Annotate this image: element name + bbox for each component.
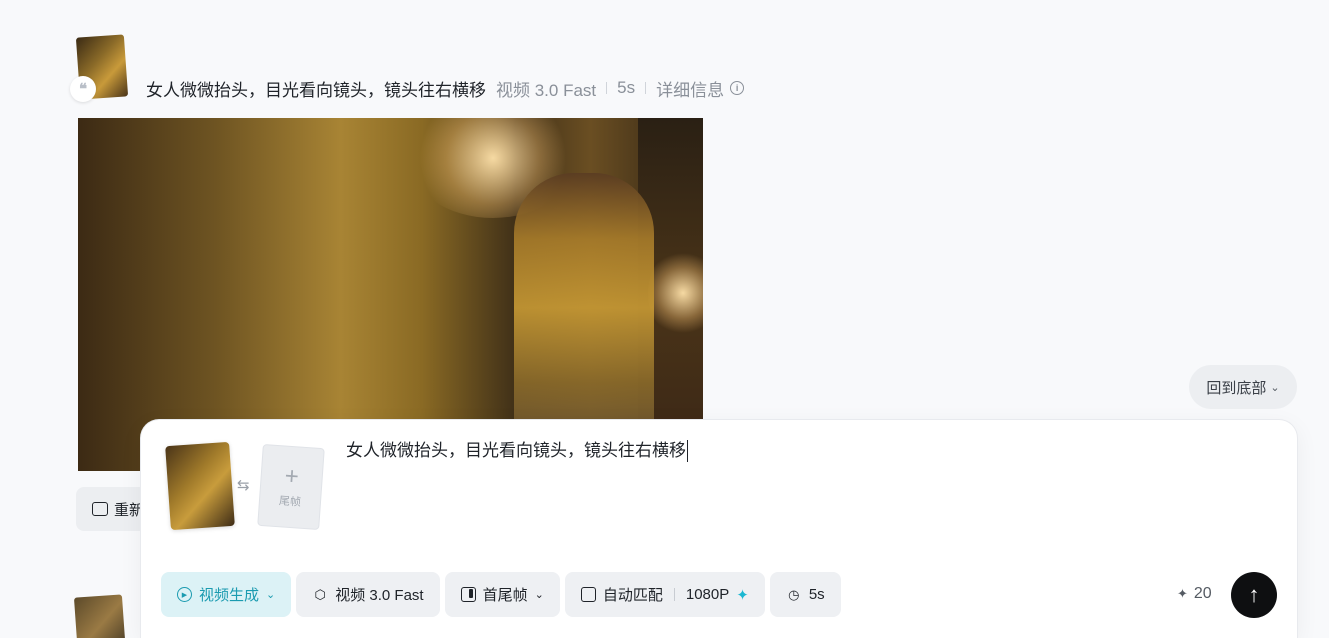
- duration-select[interactable]: ◷ 5s: [769, 572, 841, 617]
- ratio-label: 自动匹配: [602, 587, 663, 604]
- composer-toolbar: ▶ 视频生成 ⌄ ⬡ 视频 3.0 Fast 首尾帧 ⌄ 自动匹配 1080P …: [161, 572, 841, 617]
- regenerate-label: 重新: [114, 501, 145, 519]
- generation-duration: 5s: [617, 78, 636, 97]
- quote-icon: ❝: [70, 76, 96, 102]
- cube-icon: ⬡: [314, 586, 326, 602]
- generated-video-preview[interactable]: [78, 118, 703, 471]
- divider: [645, 82, 647, 94]
- generation-prompt: 女人微微抬头，目光看向镜头，镜头往右横移: [146, 80, 486, 100]
- edit-icon: [92, 502, 108, 516]
- swap-icon[interactable]: ⇆: [237, 476, 250, 494]
- chevron-down-icon: ⌄: [266, 589, 276, 601]
- mode-select[interactable]: ▶ 视频生成 ⌄: [161, 572, 292, 617]
- model-select[interactable]: ⬡ 视频 3.0 Fast: [296, 572, 440, 617]
- sparkle-icon: ✦: [736, 586, 749, 604]
- back-to-bottom-button[interactable]: 回到底部 ⌄: [1189, 365, 1297, 409]
- chevron-down-icon: ⌄: [534, 589, 544, 601]
- duration-label: 5s: [808, 586, 825, 603]
- aspect-ratio-icon: [580, 587, 596, 602]
- mode-label: 视频生成: [199, 587, 260, 604]
- send-button[interactable]: ↑: [1231, 572, 1277, 618]
- frame-icon: [460, 587, 476, 602]
- prompt-composer: ⇆ + 尾帧 女人微微抬头，目光看向镜头，镜头往右横移 ▶ 视频生成 ⌄ ⬡ 视…: [141, 420, 1297, 638]
- last-frame-upload[interactable]: + 尾帧: [257, 443, 325, 531]
- generation-model: 视频 3.0 Fast: [496, 80, 597, 100]
- arrow-up-icon: ↑: [1248, 582, 1260, 607]
- credit-star-icon: ✦: [1177, 586, 1188, 601]
- double-chevron-down-icon: ⌄: [1270, 381, 1280, 394]
- divider: [606, 82, 608, 94]
- video-generate-icon: ▶: [177, 587, 192, 602]
- frames-select[interactable]: 首尾帧 ⌄: [444, 572, 560, 617]
- frames-label: 首尾帧: [482, 587, 528, 604]
- divider: [673, 588, 675, 601]
- generation-meta: 女人微微抬头，目光看向镜头，镜头往右横移 视频 3.0 Fast 5s 详细信息…: [146, 76, 745, 101]
- last-frame-label: 尾帧: [278, 495, 302, 509]
- clock-icon: ◷: [788, 586, 800, 602]
- info-icon[interactable]: i: [730, 81, 745, 95]
- first-frame-image[interactable]: [165, 441, 235, 531]
- credits-cost: ✦ 20: [1177, 585, 1212, 603]
- resolution-label: 1080P: [685, 586, 730, 603]
- next-reference-thumbnail[interactable]: [73, 594, 127, 638]
- back-to-bottom-label: 回到底部: [1206, 379, 1267, 397]
- details-link[interactable]: 详细信息: [656, 76, 724, 101]
- credits-value: 20: [1193, 585, 1212, 602]
- model-label: 视频 3.0 Fast: [335, 587, 424, 604]
- prompt-input[interactable]: 女人微微抬头，目光看向镜头，镜头往右横移: [346, 440, 688, 462]
- ratio-resolution-select[interactable]: 自动匹配 1080P ✦: [564, 572, 765, 617]
- plus-icon: +: [283, 462, 300, 491]
